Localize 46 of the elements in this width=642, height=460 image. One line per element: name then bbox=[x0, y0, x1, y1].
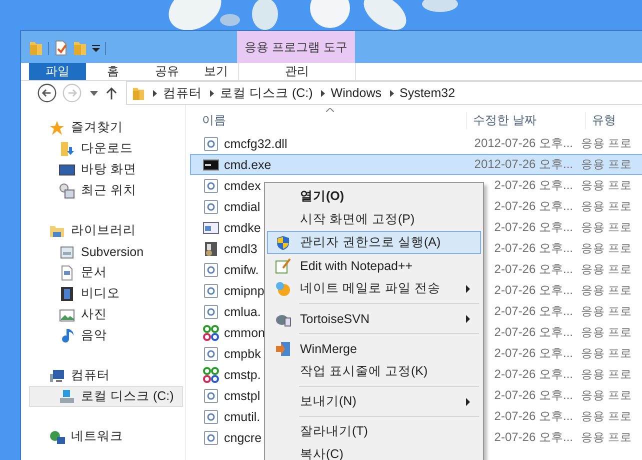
type-cell-text: 응용 프로 bbox=[580, 221, 632, 235]
file-name: cmpbk bbox=[224, 346, 261, 360]
file-name: cmcfg32.dll bbox=[224, 136, 288, 150]
contextual-tab-group: 응용 프로그램 도구 bbox=[237, 31, 355, 63]
file-name: cmdex bbox=[224, 178, 261, 192]
type-cell-text: 응용 프로 bbox=[580, 200, 632, 214]
file-name: cmdl3 bbox=[224, 242, 258, 256]
date-cell: 2012-07-26 오후... bbox=[474, 156, 573, 173]
type-cell-text: 응용 프로 bbox=[580, 389, 632, 403]
date-cell: 2-07-26 오후... bbox=[494, 324, 573, 341]
date-cell: 2-07-26 오후... bbox=[494, 366, 573, 383]
date-cell: 2-07-26 오후... bbox=[494, 408, 573, 425]
date-cell: 2-07-26 오후... bbox=[494, 219, 573, 236]
type-cell-text: 응용 프로 bbox=[580, 347, 632, 361]
date-cell: 2-07-26 오후... bbox=[494, 345, 573, 362]
date-cell: 2012-07-26 오후... bbox=[474, 135, 573, 152]
date-cell: 2-07-26 오후... bbox=[494, 387, 573, 404]
type-cell-text: 응용 프로 bbox=[580, 410, 632, 424]
type-cell-text: 응용 프로 bbox=[580, 179, 632, 193]
file-name: cmd.exe bbox=[224, 158, 272, 172]
file-name: cmipnp bbox=[224, 284, 264, 298]
type-cell-text: 응용 프로 bbox=[580, 242, 632, 256]
type-cell-text: 응용 프로 bbox=[580, 284, 632, 298]
file-name: cmmon bbox=[224, 326, 265, 340]
file-name: cmstpl bbox=[224, 388, 260, 402]
file-name: cngcre bbox=[224, 430, 262, 444]
date-cell: 2-07-26 오후... bbox=[494, 261, 573, 278]
type-cell-text: 응용 프로 bbox=[580, 431, 632, 445]
type-cell-text: 응용 프로 bbox=[580, 368, 632, 382]
file-name: cmstp. bbox=[224, 368, 261, 382]
file-name: cmdke bbox=[224, 220, 261, 234]
file-name: cmifw. bbox=[224, 262, 259, 276]
type-cell-text: 응용 프로 bbox=[580, 305, 632, 319]
file-name: cmutil. bbox=[224, 410, 260, 424]
date-cell: 2-07-26 오후... bbox=[494, 177, 573, 194]
file-name: cmdial bbox=[224, 200, 260, 214]
date-cell: 2-07-26 오후... bbox=[494, 198, 573, 215]
date-cell: 2-07-26 오후... bbox=[494, 282, 573, 299]
file-name: cmlua. bbox=[224, 304, 261, 318]
type-cell-text: 응용 프로 bbox=[580, 158, 632, 172]
type-cell-text: 응용 프로 bbox=[580, 137, 632, 151]
type-cell-text: 응용 프로 bbox=[580, 326, 632, 340]
date-cell: 2-07-26 오후... bbox=[494, 303, 573, 320]
date-cell: 2-07-26 오후... bbox=[494, 240, 573, 257]
date-cell: 2-07-26 오후... bbox=[494, 429, 573, 446]
type-cell-text: 응용 프로 bbox=[580, 263, 632, 277]
